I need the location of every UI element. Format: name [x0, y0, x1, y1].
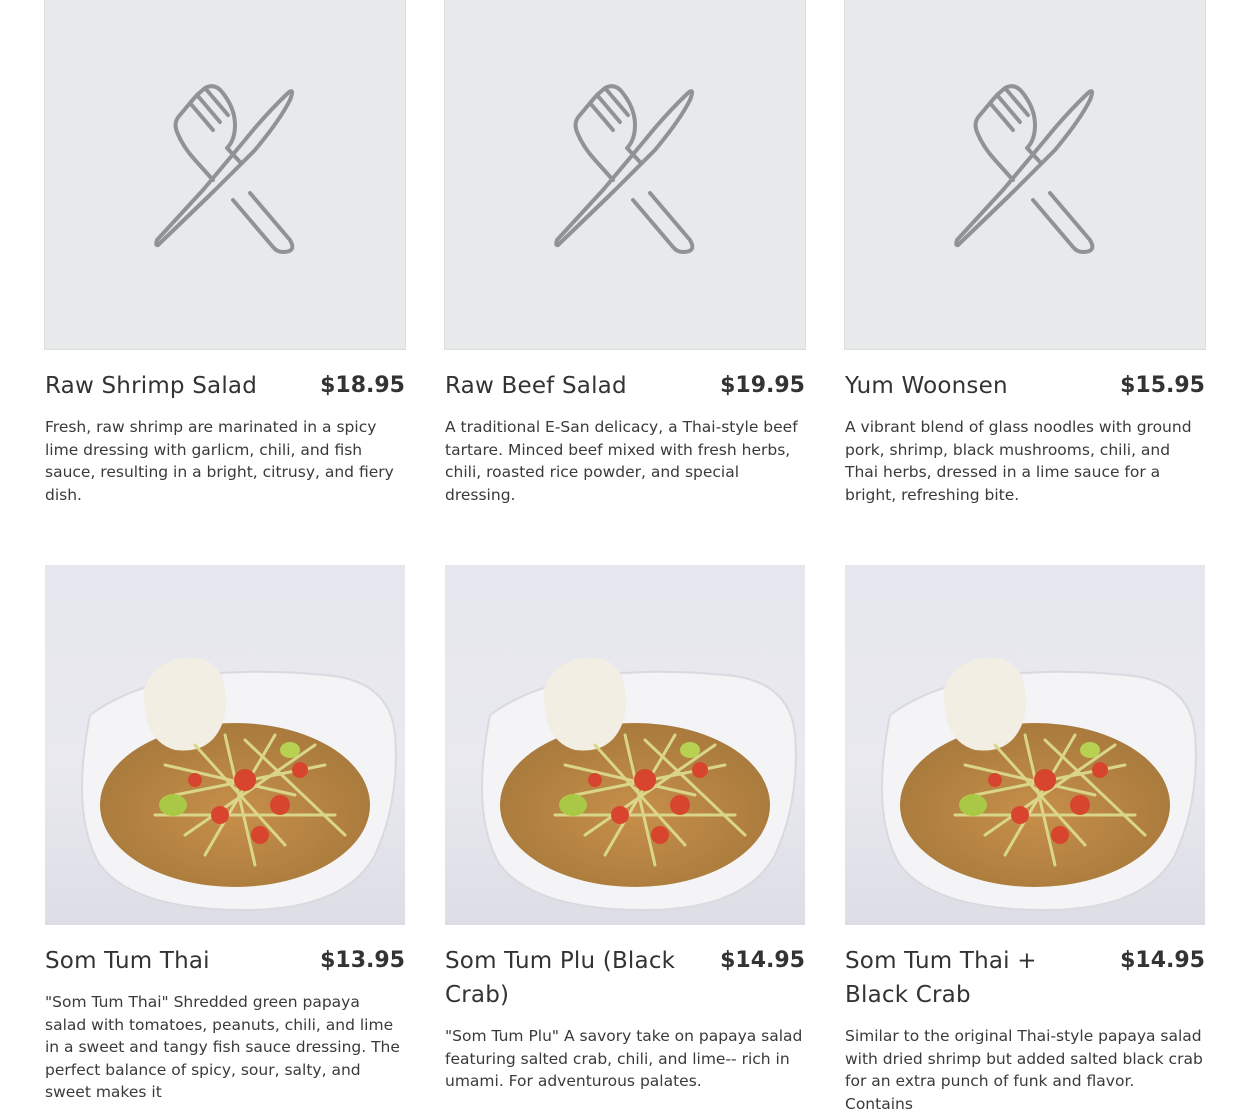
menu-item-card[interactable]: Som Tum Thai + Black Crab $14.95 Similar…	[845, 565, 1205, 1113]
item-price: $14.95	[720, 948, 805, 973]
papaya-salad-photo	[881, 657, 1197, 912]
item-description: Fresh, raw shrimp are marinated in a spi…	[45, 418, 394, 504]
item-description: A vibrant blend of glass noodles with gr…	[845, 418, 1192, 504]
item-image-placeholder[interactable]	[444, 0, 806, 350]
menu-item-card[interactable]: Yum Woonsen $15.95 A vibrant blend of gl…	[844, 0, 1206, 520]
papaya-salad-photo	[81, 657, 397, 912]
menu-item-card[interactable]: Som Tum Thai $13.95 "Som Tum Thai" Shred…	[45, 565, 405, 1101]
menu-item-card[interactable]: Raw Shrimp Salad $18.95 Fresh, raw shrim…	[44, 0, 406, 520]
item-name: Yum Woonsen	[845, 373, 1008, 399]
item-description: "Som Tum Thai" Shredded green papaya sal…	[45, 993, 400, 1101]
item-name: Som Tum Thai + Black Crab	[845, 948, 1037, 1008]
utensils-icon	[554, 84, 695, 254]
item-price: $18.95	[320, 373, 405, 398]
item-image-placeholder[interactable]	[44, 0, 406, 350]
item-photo[interactable]	[445, 565, 805, 925]
item-name: Raw Beef Salad	[445, 373, 627, 399]
item-description: "Som Tum Plu" A savory take on papaya sa…	[445, 1027, 803, 1090]
item-photo[interactable]	[45, 565, 405, 925]
item-name: Raw Shrimp Salad	[45, 373, 258, 399]
item-photo[interactable]	[845, 565, 1205, 925]
item-name: Som Tum Plu (Black Crab)	[445, 948, 676, 1008]
utensils-icon	[154, 84, 295, 254]
item-price: $19.95	[720, 373, 805, 398]
item-price: $13.95	[320, 948, 405, 973]
item-image-placeholder[interactable]	[844, 0, 1206, 350]
papaya-salad-photo	[481, 657, 797, 912]
utensils-icon	[954, 84, 1095, 254]
item-price: $14.95	[1120, 948, 1205, 973]
item-description: Similar to the original Thai-style papay…	[845, 1027, 1203, 1113]
item-name: Som Tum Thai	[45, 948, 210, 974]
menu-item-card[interactable]: Raw Beef Salad $19.95 A traditional E-Sa…	[444, 0, 806, 520]
item-price: $15.95	[1120, 373, 1205, 398]
menu-item-card[interactable]: Som Tum Plu (Black Crab) $14.95 "Som Tum…	[445, 565, 805, 1090]
item-description: A traditional E-San delicacy, a Thai-sty…	[445, 418, 798, 504]
